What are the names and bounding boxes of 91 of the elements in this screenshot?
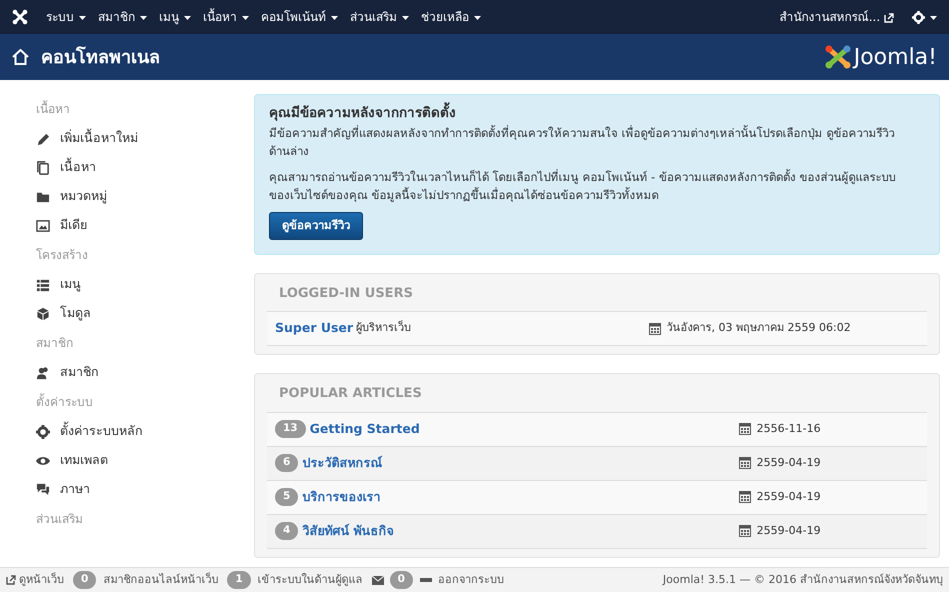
calendar-icon [738,423,751,436]
caret-icon [474,16,481,20]
sidebar-heading: ส่วนเสริม [36,511,84,528]
menu-dropdown[interactable]: ระบบ [46,8,86,26]
user-role: ผู้บริหารเว็บ [356,320,412,336]
sidebar-heading: สมาชิก [36,335,74,352]
settings-dropdown[interactable] [912,8,937,26]
status-text: สมาชิกออนไลน์หน้าเว็บ [103,572,218,588]
menu-dropdown[interactable]: ส่วนเสริม [350,8,409,26]
calendar-icon [648,322,661,335]
copyright-text: Joomla! 3.5.1 — © 2016 สำนักงานสหกรณ์จังหวัดจันทบุ [662,572,943,588]
status-text: เข้าระบบในด้านผู้ดูแล [258,572,363,588]
joomla-logo-icon [824,45,851,69]
external-link-icon [884,12,894,23]
menu-dropdown[interactable]: เมนู [159,8,191,26]
sidebar-item-label: มีเดีย [60,216,87,234]
pencil-icon [36,132,50,146]
message-text: คุณสามารถอ่านข้อความรีวิวในเวลาไหนก็ได้ โดยเลือกไปที่เมนู คอมโพเน้นท์ - ข้อความแสดงหลังการติดตั้ง ของส่วนผู้ดูแลระบบของเว็บไซต์ของคุณ ข้อมูลนี้จะไม่ปรากฏขึ้นเมื่อคุณได้ซ่อนข้อความรีวิวทั้งหมด [269,168,896,204]
caret-icon [79,16,86,20]
sidebar-item-label: สมาชิก [60,363,99,382]
hits-count: 6 [275,454,298,472]
sidebar-heading: เนื้อหา [36,100,71,118]
user-link[interactable]: Super User [275,319,354,338]
logout-link[interactable]: ออกจากระบบ [438,572,504,588]
caret-icon [184,16,191,20]
sidebar-item[interactable]: เพิ่มเนื้อหาใหม่ [36,124,250,153]
sidebar-item[interactable]: ตั้งค่าระบบหลัก [36,417,250,446]
caret-icon [140,16,147,20]
article-date: 2559-04-19 [756,488,821,505]
image-icon [36,218,50,232]
sidebar-item-label: ภาษา [60,480,90,498]
comments-icon [36,482,50,496]
home-icon [12,49,29,65]
site-link[interactable]: สำนักงานสหกรณ์... [780,8,894,26]
menu-dropdown[interactable]: ช่วยเหลือ [421,8,481,26]
sidebar-item-label: เทมเพลต [60,451,108,470]
sidebar-item-label: เนื้อหา [60,158,96,176]
calendar-icon [738,525,751,538]
caret-icon [402,16,409,20]
sidebar-heading: ตั้งค่าระบบ [36,393,94,411]
article-link[interactable]: Getting Started [310,420,420,439]
review-messages-button[interactable]: ดูข้อความรีวิว [269,212,363,240]
logo-icon[interactable] [12,9,28,25]
article-date: 2559-04-19 [756,454,821,471]
settings-icon [912,11,925,24]
count-badge: 0 [73,571,96,589]
hits-count: 13 [275,420,306,438]
sidebar-item-label: โมดูล [60,304,91,322]
sidebar-item-label: เพิ่มเนื้อหาใหม่ [60,129,138,148]
count-badge: 0 [390,571,413,589]
article-link[interactable]: บริการของเรา [302,488,380,507]
minus-icon [420,578,432,582]
article-date: 2559-04-19 [756,522,821,539]
sidebar-item[interactable]: หมวดหมู่ [36,182,250,211]
sidebar-item[interactable]: โมดูล [36,299,250,328]
article-date: 2556-11-16 [756,420,821,437]
calendar-icon [738,491,751,504]
menu-dropdown[interactable]: คอมโพเน้นท์ [261,8,338,26]
article-link[interactable]: ประวัติสหกรณ์ [302,454,382,473]
sidebar-item-label: หมวดหมู่ [60,187,107,206]
caret-icon [242,16,249,20]
envelope-icon [372,576,384,584]
sidebar-item[interactable]: สมาชิก [36,358,250,387]
copy-icon [36,160,50,174]
sidebar-heading: โครงสร้าง [36,247,89,264]
caret-icon [930,16,937,20]
sidebar-item[interactable]: เทมเพลต [36,446,250,475]
external-link-icon [6,575,16,585]
hits-count: 4 [275,522,298,540]
gear-icon [36,424,50,438]
users-icon [36,366,50,380]
brand-name: Joomla! [854,44,937,72]
sidebar-item-label: ตั้งค่าระบบหลัก [60,422,143,440]
sidebar-item[interactable]: ภาษา [36,475,250,504]
sidebar-item[interactable]: เนื้อหา [36,153,250,182]
hits-count: 5 [275,488,298,506]
calendar-icon [738,457,751,470]
menu-dropdown[interactable]: สมาชิก [98,8,147,26]
list-icon [36,278,50,292]
article-link[interactable]: วิสัยทัศน์ พันธกิจ [302,522,394,541]
count-badge: 1 [227,571,251,589]
message-text: มีข้อความสำคัญที่แสดงผลหลังจากทำการติดตั้งที่คุณควรให้ความสนใจ เพื่อดูข้อความต่างๆเหล่านั้นโปรดเลือกปุ่ม ดูข้อความรีวิว ด้านล่าง [269,125,896,160]
menu-dropdown[interactable]: เนื้อหา [203,8,249,26]
sidebar-item[interactable]: เมนู [36,270,250,299]
login-date: วันอังคาร, 03 พฤษภาคม 2559 06:02 [666,320,851,336]
page-title: คอนโทลพาเนล [41,45,160,70]
sidebar-item-label: เมนู [60,275,81,294]
caret-icon [331,16,338,20]
view-site-link[interactable]: ดูหน้าเว็บ [19,572,64,588]
cube-icon [36,306,50,320]
sidebar-item[interactable]: มีเดีย [36,211,250,240]
